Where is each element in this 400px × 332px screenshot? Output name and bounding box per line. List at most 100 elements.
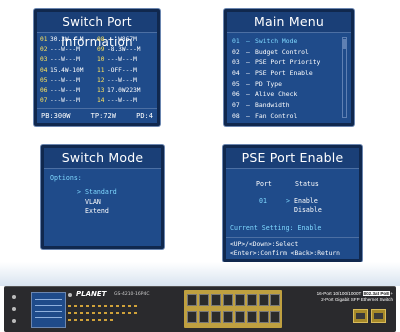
status-option-disable[interactable]: Disable <box>294 206 322 214</box>
rj45-port <box>223 294 233 306</box>
power-summary-footer: PB:300W TP:72W PD:4 <box>37 108 157 123</box>
menu-item-label: PSE Port Priority <box>255 58 321 67</box>
pd-count: PD:4 <box>136 112 153 120</box>
device-button[interactable] <box>68 293 72 297</box>
dash-icon: – <box>246 111 250 120</box>
menu-item-fan-control[interactable]: 08– Fan Control <box>232 111 337 122</box>
port-row: 07 ---W---M 14 ---W---M <box>40 96 154 106</box>
dash-icon: – <box>246 90 250 99</box>
menu-item-label: Switch Mode <box>255 37 298 45</box>
switch-front-panel: PLANET GS-4210-16P4C 16-Port 10/100/1000… <box>4 286 396 332</box>
current-setting: Current Setting: Enable <box>230 224 322 232</box>
device-lcd <box>31 292 66 328</box>
device-button[interactable] <box>12 319 16 323</box>
menu-item-label: PSE Port Enable <box>255 69 313 78</box>
rj45-port <box>270 294 280 306</box>
port-number: 02 <box>40 46 48 54</box>
port-stats: ---W---M <box>107 56 137 64</box>
rj45-port <box>223 311 233 323</box>
device-button[interactable] <box>12 307 16 311</box>
port-row: 06 ---W---M 13 17.0W223M <box>40 86 154 96</box>
port-row: 02 ---W---M 09 -8.3W---M <box>40 45 154 55</box>
port-stats: -8.3W---M <box>107 46 141 54</box>
menu-item-alive-check[interactable]: 06– Alive Check <box>232 89 337 100</box>
mode-option-standard[interactable]: > Standard <box>77 188 117 198</box>
dash-icon: – <box>246 37 250 45</box>
menu-item-pd-type[interactable]: 05– PD Type <box>232 79 337 90</box>
menu-item-number: 01 <box>232 37 240 45</box>
port-number: 04 <box>40 66 48 74</box>
port-number: 09 <box>97 46 105 54</box>
key-help: <UP>/<Down>:Select <Enter>:Confirm <Back… <box>226 237 359 259</box>
model-number: GS-4210-16P4C <box>114 292 150 297</box>
port-number: 07 <box>40 97 48 105</box>
scrollbar-thumb[interactable] <box>343 39 346 49</box>
port-number: 11 <box>97 66 105 74</box>
mode-option-extend[interactable]: Extend <box>77 207 117 217</box>
selected-port[interactable]: 01 <box>259 197 267 205</box>
menu-item-switch-mode[interactable]: 01– Switch Mode <box>232 36 337 47</box>
port-stats: -OFF---M <box>107 66 137 74</box>
status-option-enable[interactable]: Enable <box>294 197 318 205</box>
rj45-port <box>270 311 280 323</box>
sfp-port <box>371 309 386 323</box>
spec-plus: + <box>390 291 393 296</box>
mode-option-label: VLAN <box>85 197 101 206</box>
menu-item-budget-control[interactable]: 02– Budget Control <box>232 47 337 58</box>
main-menu-title: Main Menu <box>227 12 351 33</box>
total-power: TP:72W <box>90 112 116 120</box>
dash-icon: – <box>246 101 250 110</box>
port-stats: ---W---M <box>50 76 80 84</box>
menu-item-number: 07 <box>232 101 240 110</box>
menu-item-pse-port-priority[interactable]: 03– PSE Port Priority <box>232 57 337 68</box>
mode-option-label: Standard <box>85 188 117 196</box>
port-number: 03 <box>40 56 48 64</box>
port-row: 05 ---W---M 12 ---W---M <box>40 76 154 86</box>
port-stats: ---W867M <box>107 36 137 43</box>
spec-line-sfp: 2-Port Gigabit SFP Ethernet Switch <box>321 297 393 302</box>
rj45-port <box>259 311 269 323</box>
rj45-port <box>211 294 221 306</box>
port-stats: ---W---M <box>107 76 137 84</box>
mode-option-vlan[interactable]: VLAN <box>77 198 117 208</box>
rj45-port <box>187 311 197 323</box>
port-number: 05 <box>40 76 48 84</box>
rj45-port <box>235 294 245 306</box>
main-menu-screen: Main Menu 01– Switch Mode 02– Budget Contr… <box>224 9 354 126</box>
port-number: 13 <box>97 86 105 94</box>
dash-icon: – <box>246 69 250 78</box>
port-number: 01 <box>40 36 48 43</box>
menu-item-number: 03 <box>232 58 240 67</box>
rj45-port <box>259 294 269 306</box>
menu-item-label: Bandwidth <box>255 101 290 110</box>
port-stats: ---W---M <box>50 46 80 54</box>
rj45-port <box>199 294 209 306</box>
dash-icon: – <box>246 79 250 88</box>
menu-item-number: 05 <box>232 79 240 88</box>
selection-arrow-icon: > <box>77 188 81 196</box>
mode-option-label: Extend <box>85 207 109 215</box>
port-number: 08 <box>97 36 105 43</box>
main-menu-list: 01– Switch Mode 02– Budget Control 03– PSE … <box>232 36 337 122</box>
mode-options-list: > Standard VLAN Extend <box>77 188 117 217</box>
switch-mode-screen: Switch Mode Options: > Standard VLAN Exte… <box>41 145 164 249</box>
menu-item-pse-port-enable[interactable]: 04– PSE Port Enable <box>232 68 337 79</box>
rj45-port <box>247 311 257 323</box>
device-spec-label: 16-Port 10/100/1000T 802.3at PoE+ 2-Port… <box>295 291 393 303</box>
menu-item-label: Fan Control <box>255 111 298 120</box>
port-stats: ---W---M <box>107 97 137 105</box>
port-stats: 17.0W223M <box>107 86 141 94</box>
menu-scrollbar[interactable] <box>342 37 347 118</box>
device-button[interactable] <box>12 295 16 299</box>
rj45-port-bay <box>184 290 282 328</box>
dash-icon: – <box>246 58 250 67</box>
switch-port-info-title: Switch Port Information <box>37 12 157 49</box>
menu-item-bandwidth[interactable]: 07– Bandwidth <box>232 100 337 111</box>
port-stats: ---W---M <box>50 86 80 94</box>
switch-mode-title: Switch Mode <box>44 148 161 169</box>
port-column-header: Port <box>256 180 272 188</box>
status-column-header: Status <box>295 180 319 188</box>
rj45-port <box>211 311 221 323</box>
port-number: 06 <box>40 86 48 94</box>
key-help-line: <UP>/<Down>:Select <box>230 241 299 248</box>
